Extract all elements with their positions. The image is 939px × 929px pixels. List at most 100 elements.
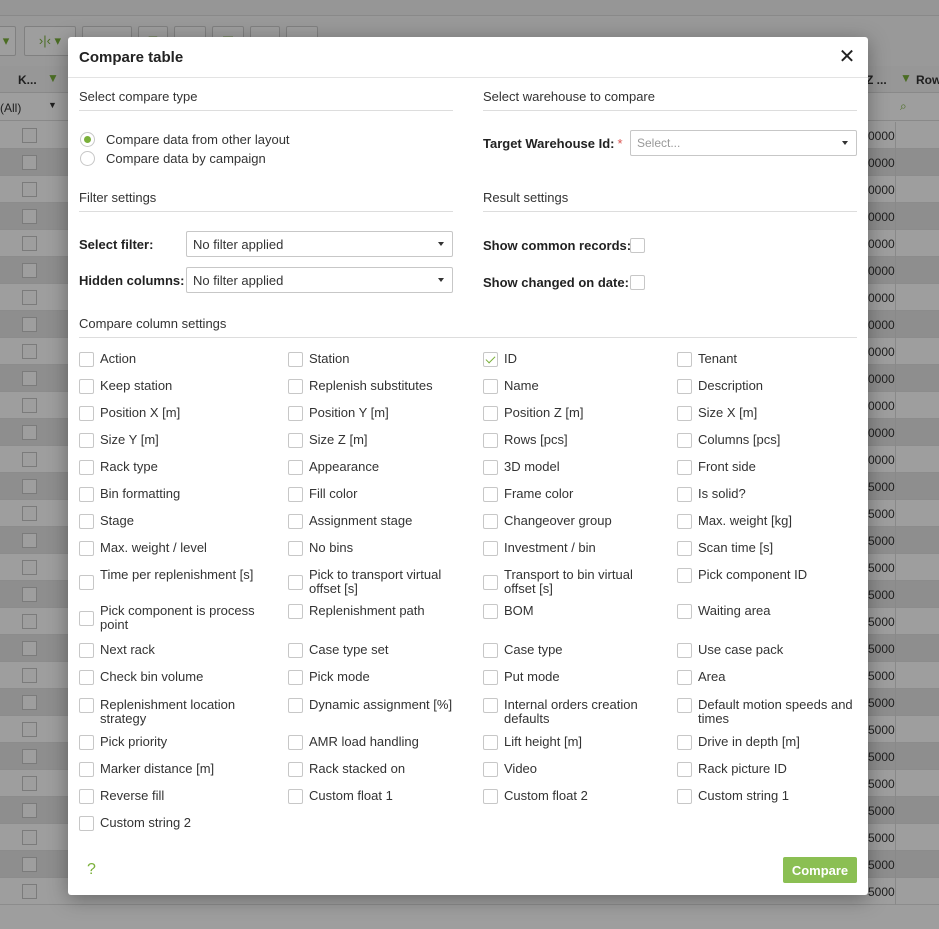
column-checkbox[interactable]: [483, 575, 498, 590]
column-checkbox[interactable]: [677, 541, 692, 556]
column-option-marker-distance-m[interactable]: Marker distance [m]: [79, 762, 255, 777]
target-warehouse-select[interactable]: Select...: [630, 130, 857, 156]
column-checkbox[interactable]: [288, 789, 303, 804]
column-option-action[interactable]: Action: [79, 352, 255, 367]
column-option-case-type-set[interactable]: Case type set: [288, 643, 464, 658]
column-option-max-weight-kg[interactable]: Max. weight [kg]: [677, 514, 853, 529]
column-checkbox[interactable]: [677, 604, 692, 619]
column-option-drive-in-depth-m[interactable]: Drive in depth [m]: [677, 735, 853, 750]
column-checkbox[interactable]: [79, 735, 94, 750]
column-option-use-case-pack[interactable]: Use case pack: [677, 643, 853, 658]
hidden-columns-dropdown[interactable]: No filter applied: [186, 267, 453, 293]
column-checkbox[interactable]: [677, 487, 692, 502]
column-checkbox[interactable]: [79, 406, 94, 421]
column-option-investment-bin[interactable]: Investment / bin: [483, 541, 659, 556]
column-option-reverse-fill[interactable]: Reverse fill: [79, 789, 255, 804]
column-checkbox[interactable]: [288, 406, 303, 421]
column-option-waiting-area[interactable]: Waiting area: [677, 604, 853, 619]
column-option-dynamic-assignment[interactable]: Dynamic assignment [%]: [288, 698, 464, 713]
column-checkbox[interactable]: [288, 514, 303, 529]
column-option-no-bins[interactable]: No bins: [288, 541, 464, 556]
column-checkbox[interactable]: [483, 604, 498, 619]
column-option-lift-height-m[interactable]: Lift height [m]: [483, 735, 659, 750]
column-checkbox[interactable]: [79, 541, 94, 556]
column-option-replenish-substitutes[interactable]: Replenish substitutes: [288, 379, 464, 394]
radio-compare-other-layout[interactable]: Compare data from other layout: [80, 132, 290, 147]
column-option-default-motion-speeds-and-times[interactable]: Default motion speeds and times: [677, 698, 853, 726]
column-checkbox[interactable]: [483, 670, 498, 685]
column-option-description[interactable]: Description: [677, 379, 853, 394]
column-checkbox[interactable]: [79, 460, 94, 475]
column-checkbox[interactable]: [288, 487, 303, 502]
column-checkbox[interactable]: [79, 433, 94, 448]
column-option-next-rack[interactable]: Next rack: [79, 643, 255, 658]
column-option-custom-string-1[interactable]: Custom string 1: [677, 789, 853, 804]
column-option-bin-formatting[interactable]: Bin formatting: [79, 487, 255, 502]
column-checkbox[interactable]: [483, 762, 498, 777]
column-option-case-type[interactable]: Case type: [483, 643, 659, 658]
column-option-time-per-replenishment-s[interactable]: Time per replenishment [s]: [79, 568, 255, 590]
column-checkbox[interactable]: [79, 643, 94, 658]
column-checkbox[interactable]: [79, 789, 94, 804]
column-checkbox[interactable]: [79, 514, 94, 529]
column-option-custom-float-1[interactable]: Custom float 1: [288, 789, 464, 804]
column-option-pick-mode[interactable]: Pick mode: [288, 670, 464, 685]
column-checkbox[interactable]: [79, 698, 94, 713]
column-checkbox[interactable]: [288, 433, 303, 448]
column-checkbox[interactable]: [288, 698, 303, 713]
column-checkbox[interactable]: [288, 643, 303, 658]
column-option-replenishment-location-strategy[interactable]: Replenishment location strategy: [79, 698, 255, 726]
column-checkbox[interactable]: [483, 352, 498, 367]
column-checkbox[interactable]: [288, 604, 303, 619]
column-checkbox[interactable]: [288, 762, 303, 777]
column-option-custom-string-2[interactable]: Custom string 2: [79, 816, 255, 831]
column-checkbox[interactable]: [79, 352, 94, 367]
column-option-fill-color[interactable]: Fill color: [288, 487, 464, 502]
column-checkbox[interactable]: [79, 379, 94, 394]
column-checkbox[interactable]: [483, 406, 498, 421]
column-checkbox[interactable]: [483, 789, 498, 804]
column-option-position-y-m[interactable]: Position Y [m]: [288, 406, 464, 421]
column-option-rack-picture-id[interactable]: Rack picture ID: [677, 762, 853, 777]
show-changed-on-date-checkbox[interactable]: [630, 275, 645, 290]
column-option-is-solid[interactable]: Is solid?: [677, 487, 853, 502]
column-option-max-weight-level[interactable]: Max. weight / level: [79, 541, 255, 556]
column-option-columns-pcs[interactable]: Columns [pcs]: [677, 433, 853, 448]
radio-compare-by-campaign[interactable]: Compare data by campaign: [80, 151, 266, 166]
column-checkbox[interactable]: [79, 487, 94, 502]
column-checkbox[interactable]: [288, 575, 303, 590]
column-checkbox[interactable]: [677, 352, 692, 367]
column-checkbox[interactable]: [483, 433, 498, 448]
column-option-assignment-stage[interactable]: Assignment stage: [288, 514, 464, 529]
column-checkbox[interactable]: [483, 735, 498, 750]
column-checkbox[interactable]: [677, 433, 692, 448]
column-option-stage[interactable]: Stage: [79, 514, 255, 529]
column-checkbox[interactable]: [677, 406, 692, 421]
column-option-rack-stacked-on[interactable]: Rack stacked on: [288, 762, 464, 777]
column-checkbox[interactable]: [677, 568, 692, 583]
column-checkbox[interactable]: [483, 514, 498, 529]
column-checkbox[interactable]: [288, 541, 303, 556]
column-option-video[interactable]: Video: [483, 762, 659, 777]
close-icon[interactable]: ✕: [836, 46, 858, 68]
help-icon[interactable]: ?: [87, 861, 96, 879]
column-checkbox[interactable]: [79, 762, 94, 777]
column-checkbox[interactable]: [288, 460, 303, 475]
column-option-rows-pcs[interactable]: Rows [pcs]: [483, 433, 659, 448]
column-option-scan-time-s[interactable]: Scan time [s]: [677, 541, 853, 556]
column-checkbox[interactable]: [677, 789, 692, 804]
radio-button[interactable]: [80, 151, 95, 166]
column-option-front-side[interactable]: Front side: [677, 460, 853, 475]
column-checkbox[interactable]: [677, 643, 692, 658]
column-option-id[interactable]: ID: [483, 352, 659, 367]
column-checkbox[interactable]: [483, 460, 498, 475]
column-option-tenant[interactable]: Tenant: [677, 352, 853, 367]
column-checkbox[interactable]: [677, 670, 692, 685]
column-checkbox[interactable]: [483, 643, 498, 658]
column-checkbox[interactable]: [677, 514, 692, 529]
column-option-transport-to-bin-virtual-offset-s[interactable]: Transport to bin virtual offset [s]: [483, 568, 659, 596]
column-checkbox[interactable]: [677, 698, 692, 713]
column-option-keep-station[interactable]: Keep station: [79, 379, 255, 394]
column-option-replenishment-path[interactable]: Replenishment path: [288, 604, 464, 619]
column-option-put-mode[interactable]: Put mode: [483, 670, 659, 685]
